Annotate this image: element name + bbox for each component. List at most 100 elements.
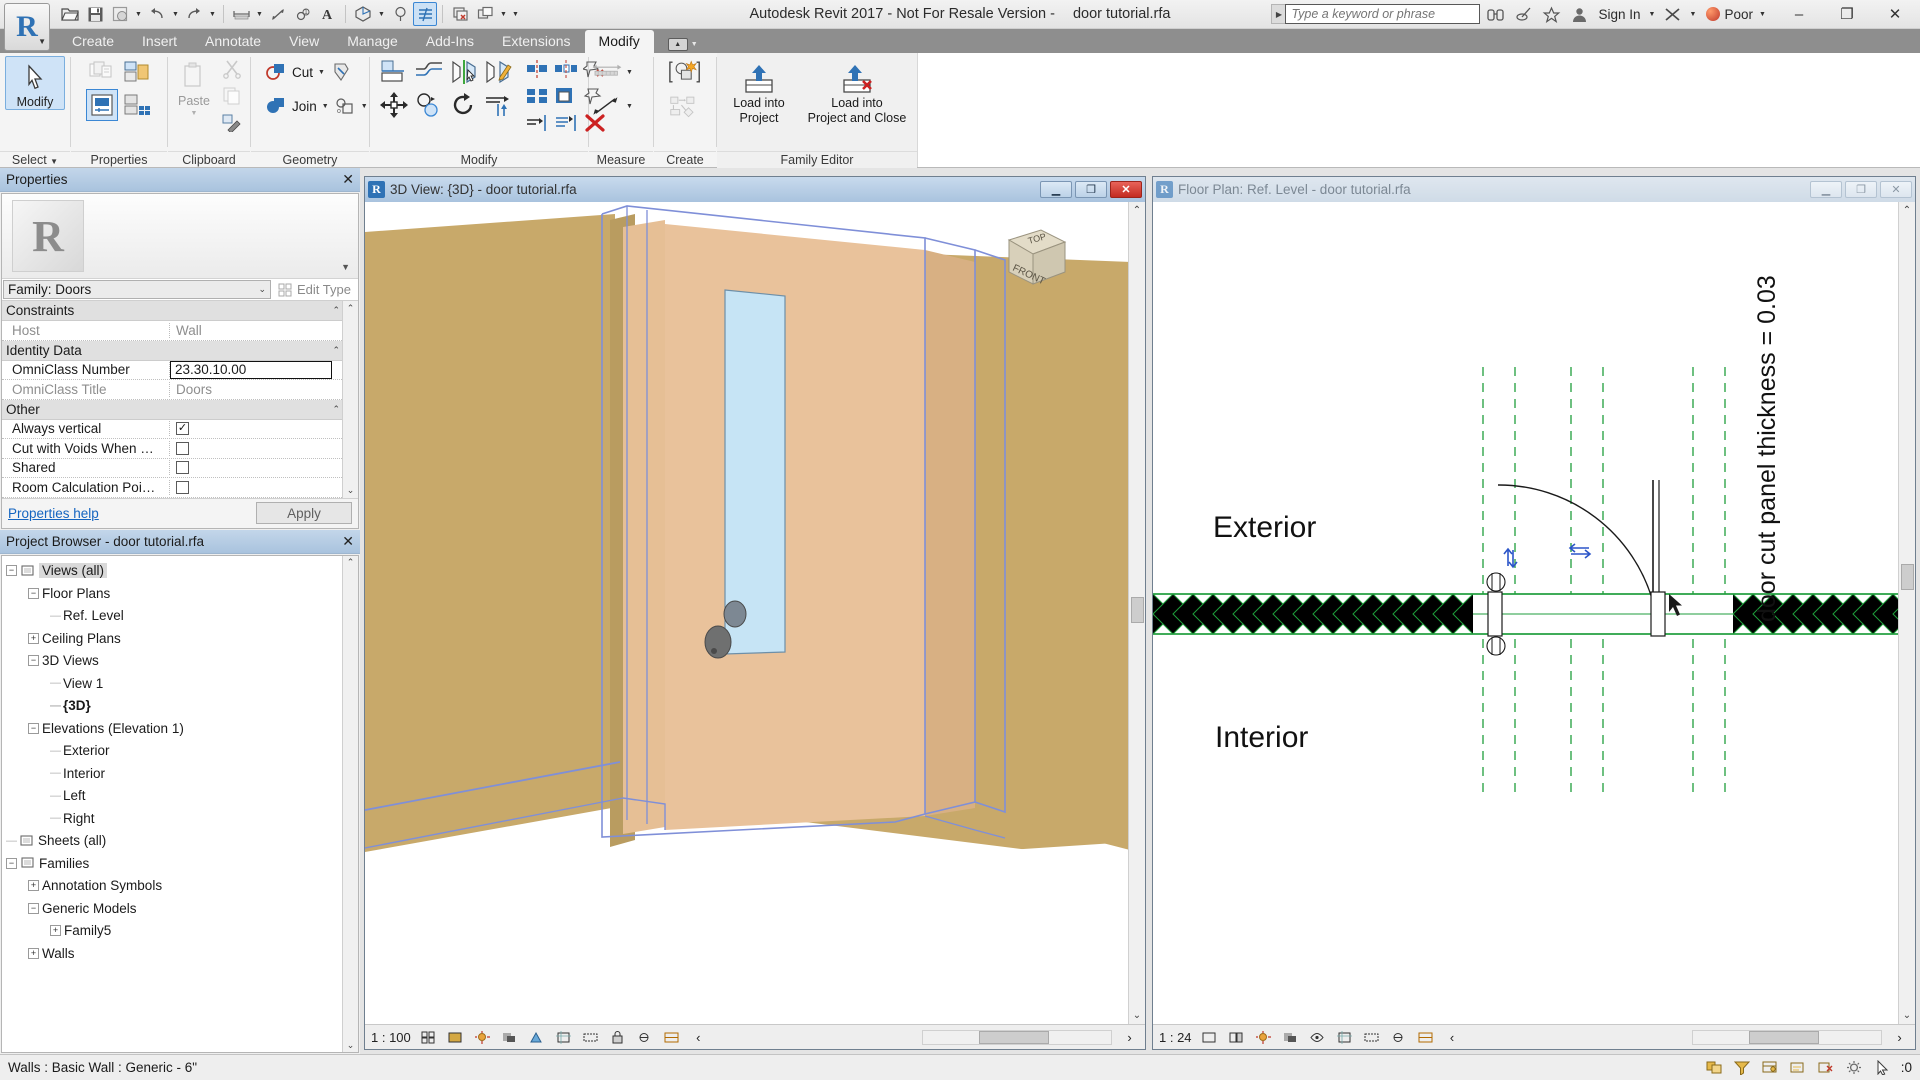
tab-view[interactable]: View (275, 30, 333, 53)
type-properties-icon[interactable] (86, 56, 118, 88)
project-browser-node[interactable]: — View 1 (6, 672, 358, 695)
cut-clipboard-icon[interactable] (219, 56, 245, 82)
project-browser-node[interactable]: — Left (6, 785, 358, 808)
tab-insert[interactable]: Insert (128, 30, 191, 53)
rotate-icon[interactable] (448, 89, 480, 121)
save-icon[interactable] (83, 2, 107, 26)
exchange-apps-icon[interactable] (1659, 2, 1685, 26)
visual-style-icon[interactable] (1227, 1029, 1246, 1046)
close-icon[interactable]: ✕ (342, 533, 354, 550)
editable-only-icon[interactable] (1789, 1059, 1807, 1077)
crop-view-icon[interactable] (1335, 1029, 1354, 1046)
chevron-down-icon[interactable]: ▼ (361, 103, 368, 110)
always-vertical-checkbox[interactable]: ✓ (176, 422, 189, 436)
chevron-down-icon[interactable]: ▼ (376, 2, 387, 26)
scroll-up-icon[interactable]: ⌃ (1903, 202, 1911, 216)
reveal-hidden-elements-icon[interactable] (1416, 1029, 1435, 1046)
text-icon[interactable]: A (316, 2, 340, 26)
view-3d-vertical-scrollbar[interactable]: ⌃ ⌄ (1128, 202, 1145, 1024)
project-browser-node[interactable]: — Sheets (all) (6, 830, 358, 853)
copy-clipboard-icon[interactable] (219, 83, 245, 109)
project-browser-node[interactable]: + Walls (6, 942, 358, 965)
scroll-down-icon[interactable]: ⌄ (1133, 1010, 1141, 1024)
edit-type-button[interactable]: Edit Type (272, 279, 358, 300)
render-icon[interactable] (527, 1029, 546, 1046)
hide-crop-region-icon[interactable] (1308, 1029, 1327, 1046)
aligned-dimension-icon[interactable] (266, 2, 290, 26)
chevron-down-icon[interactable]: ▼ (170, 2, 181, 26)
account-chevron-down-icon[interactable]: ▼ (1646, 2, 1657, 26)
minimize-window-button[interactable]: – (1776, 1, 1822, 28)
tab-extensions[interactable]: Extensions (488, 30, 584, 53)
measure-icon[interactable] (229, 2, 253, 26)
split-with-gap-icon[interactable] (553, 56, 579, 82)
trim-extend-icon[interactable] (483, 89, 515, 121)
collapse-view-controls-icon[interactable]: ‹ (1443, 1029, 1462, 1046)
view-plan-scale[interactable]: 1 : 24 (1159, 1030, 1192, 1045)
quick-access-overflow-icon[interactable]: ▼ (510, 2, 521, 26)
crop-view-icon[interactable] (554, 1029, 573, 1046)
shadows-icon[interactable] (1281, 1029, 1300, 1046)
project-browser-node[interactable]: − Elevations (Elevation 1) (6, 717, 358, 740)
close-window-button[interactable]: ✕ (1872, 1, 1918, 28)
default-3d-view-icon[interactable] (351, 2, 375, 26)
measure-along-element-icon[interactable] (591, 90, 623, 122)
measure-between-references-icon[interactable] (591, 56, 623, 88)
chevron-down-icon[interactable]: ▼ (498, 2, 509, 26)
paste-button[interactable]: Paste ▼ (173, 56, 215, 117)
graphics-quality-indicator[interactable]: Poor ▼ (1700, 2, 1774, 26)
scroll-down-icon[interactable]: ⌄ (1903, 1010, 1911, 1024)
view-plan-canvas[interactable]: Exterior Interior door cut panel thickne… (1153, 202, 1898, 1024)
property-row-room-calculation-point[interactable]: Room Calculation Poi… (2, 478, 358, 498)
scroll-right-icon[interactable]: › (1120, 1029, 1139, 1046)
view-3d-close-button[interactable]: ✕ (1110, 181, 1142, 198)
detail-level-icon[interactable] (419, 1029, 438, 1046)
expand-node-icon[interactable]: + (28, 632, 39, 644)
tab-add-ins[interactable]: Add-Ins (412, 30, 488, 53)
chevron-down-icon[interactable]: ▼ (318, 69, 325, 76)
collapse-node-icon[interactable]: − (6, 857, 17, 869)
exclude-options-icon[interactable] (1817, 1059, 1835, 1077)
shared-checkbox[interactable] (176, 461, 189, 475)
open-icon[interactable] (58, 2, 82, 26)
expand-node-icon[interactable]: + (28, 947, 39, 959)
ribbon-minimize-control[interactable]: ▲ ▼ (667, 38, 698, 53)
project-browser-node[interactable]: −3D Views (6, 650, 358, 673)
project-browser-node[interactable]: — Exterior (6, 740, 358, 763)
modify-tool-button[interactable]: Modify (5, 56, 65, 110)
scroll-up-icon[interactable]: ⌃ (347, 301, 355, 315)
property-row-shared[interactable]: Shared (2, 459, 358, 478)
property-row-host[interactable]: Host Wall (2, 321, 358, 341)
project-browser-node[interactable]: + Ceiling Plans (6, 627, 358, 650)
scrollbar-thumb[interactable] (1749, 1030, 1820, 1044)
lock-3d-view-icon[interactable] (608, 1029, 627, 1046)
view-plan-maximize-button[interactable]: ❐ (1845, 181, 1877, 198)
restore-window-button[interactable]: ❐ (1824, 1, 1870, 28)
view-plan-horizontal-scrollbar[interactable] (1692, 1029, 1882, 1045)
move-icon[interactable] (378, 89, 410, 121)
close-hidden-windows-icon[interactable] (448, 2, 472, 26)
close-icon[interactable]: ✕ (342, 171, 354, 188)
cut-with-voids-checkbox[interactable] (176, 441, 189, 455)
sun-path-icon[interactable] (473, 1029, 492, 1046)
tab-create[interactable]: Create (58, 30, 128, 53)
family-category-icon[interactable] (121, 89, 153, 121)
project-browser-node[interactable]: — Ref. Level (6, 605, 358, 628)
room-calculation-point-checkbox[interactable] (176, 480, 189, 494)
view-3d-horizontal-scrollbar[interactable] (922, 1029, 1112, 1045)
project-browser-node[interactable]: − Floor Plans (6, 582, 358, 605)
view-plan-minimize-button[interactable]: ▁ (1810, 181, 1842, 198)
exchange-chevron-down-icon[interactable]: ▼ (1687, 2, 1698, 26)
property-row-omniclass-number[interactable]: OmniClass Number 23.30.10.00 (2, 360, 358, 380)
tab-annotate[interactable]: Annotate (191, 30, 275, 53)
split-face-icon[interactable]: o (332, 93, 358, 119)
account-icon[interactable] (1566, 2, 1592, 26)
collapse-node-icon[interactable]: − (6, 565, 17, 577)
copy-icon[interactable] (413, 89, 445, 121)
omniclass-number-input[interactable]: 23.30.10.00 (170, 360, 332, 379)
search-icon[interactable] (1482, 2, 1508, 26)
save-as-icon[interactable] (108, 2, 132, 26)
reveal-hidden-elements-icon[interactable] (662, 1029, 681, 1046)
scroll-up-icon[interactable]: ⌃ (1133, 202, 1141, 216)
chevron-down-icon[interactable]: ▼ (322, 103, 329, 110)
